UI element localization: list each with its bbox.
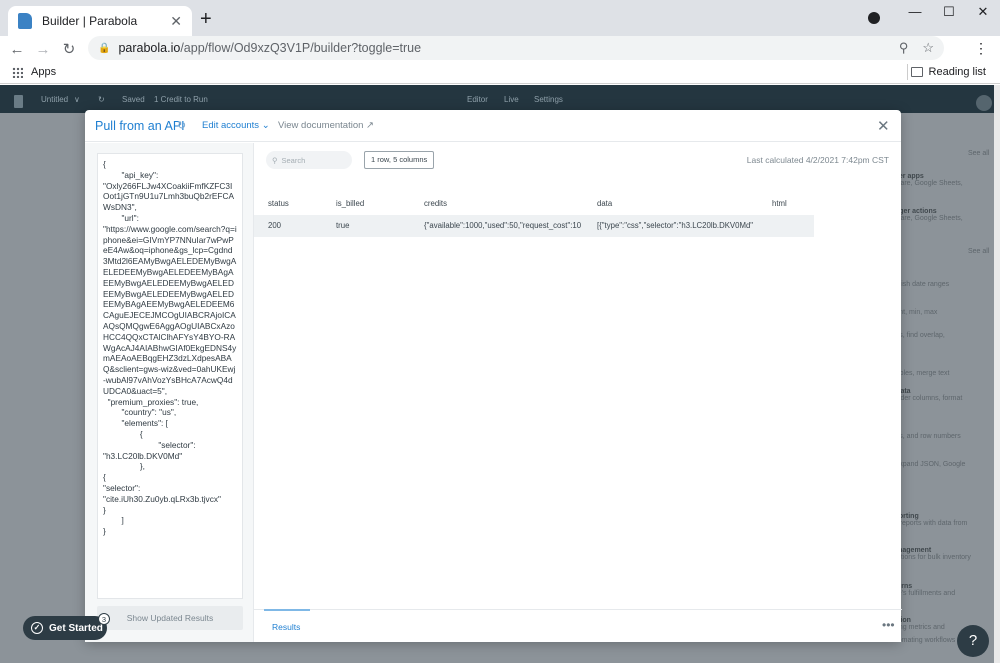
- last-calculated-text: Last calculated 4/2/2021 7:42pm CST: [746, 155, 889, 165]
- table-cell[interactable]: 200: [268, 215, 328, 237]
- view-documentation-link[interactable]: View documentation ↗: [278, 120, 374, 131]
- request-settings-pane: { "api_key": "Oxly266FLJw4XCoakiiFmfKZFC…: [85, 143, 253, 642]
- view-documentation-label: View documentation: [278, 120, 364, 131]
- tab-settings[interactable]: Settings: [534, 95, 563, 104]
- lock-icon: 🔒: [98, 42, 111, 54]
- credit-info: 1 Credit to Run: [154, 95, 208, 104]
- more-options-icon[interactable]: •••: [882, 618, 895, 632]
- tab-editor[interactable]: Editor: [467, 95, 488, 104]
- app-header: Untitled ∨ ↻ Saved 1 Credit to Run Edito…: [0, 85, 1000, 113]
- parabola-favicon-icon: [18, 13, 32, 29]
- modal-header: Pull from an API ↻ Edit accounts ⌄ View …: [85, 110, 901, 142]
- reading-list-button[interactable]: Reading list: [910, 66, 986, 78]
- forward-icon[interactable]: →: [30, 41, 56, 58]
- search-input[interactable]: ⚲ Search: [266, 151, 352, 169]
- chevron-down-icon[interactable]: ∨: [74, 95, 80, 104]
- edit-accounts-label: Edit accounts: [202, 120, 260, 131]
- results-table: status is_billed credits data html 200 t…: [254, 193, 814, 237]
- browser-menu-icon[interactable]: ⋮: [974, 40, 988, 57]
- page-scrollbar[interactable]: [994, 85, 1000, 663]
- table-header: status is_billed credits data html: [254, 193, 814, 215]
- tab-live[interactable]: Live: [504, 95, 519, 104]
- parabola-logo-icon: [14, 95, 23, 108]
- help-button[interactable]: ?: [957, 625, 989, 657]
- zoom-search-icon[interactable]: ⚲: [899, 40, 909, 56]
- doc-name[interactable]: Untitled: [41, 95, 68, 104]
- check-circle-icon: ✓: [31, 622, 43, 634]
- tab-title: Builder | Parabola: [42, 14, 138, 28]
- column-header-html[interactable]: html: [772, 193, 814, 215]
- column-header-credits[interactable]: credits: [424, 193, 590, 215]
- search-placeholder: Search: [281, 155, 306, 165]
- column-header-data[interactable]: data: [597, 193, 765, 215]
- refresh-icon[interactable]: ↻: [98, 95, 105, 104]
- row-count-badge: 1 row, 5 columns: [364, 151, 435, 169]
- maximize-icon[interactable]: ☐: [932, 0, 966, 28]
- get-started-label: Get Started: [49, 622, 103, 634]
- side-see-all[interactable]: See all: [968, 248, 989, 255]
- table-cell[interactable]: true: [336, 215, 416, 237]
- url-host: parabola.io: [118, 41, 181, 55]
- search-icon: ⚲: [272, 155, 278, 165]
- address-bar[interactable]: 🔒 parabola.io/app/flow/Od9xzQ3V1P/builde…: [88, 36, 944, 60]
- chevron-down-icon: ⌄: [261, 120, 270, 131]
- external-link-icon: ↗: [366, 120, 374, 131]
- saved-status: Saved: [122, 95, 145, 104]
- modal-title: Pull from an API: [95, 119, 185, 133]
- column-header-status[interactable]: status: [268, 193, 328, 215]
- table-cell[interactable]: [{"type":"css","selector":"h3.LC20lb.DKV…: [597, 215, 765, 237]
- close-icon[interactable]: ✕: [877, 117, 890, 135]
- table-row[interactable]: 200 true {"available":1000,"used":50,"re…: [254, 215, 814, 237]
- close-window-icon[interactable]: ✕: [966, 0, 1000, 28]
- avatar[interactable]: [976, 95, 992, 111]
- results-tab-indicator: [264, 609, 310, 611]
- browser-tab[interactable]: Builder | Parabola ✕: [8, 6, 192, 36]
- reload-icon[interactable]: ↻: [56, 40, 82, 58]
- request-body-editor[interactable]: { "api_key": "Oxly266FLJw4XCoakiiFmfKZFC…: [97, 153, 243, 599]
- new-tab-button[interactable]: +: [200, 8, 212, 31]
- column-header-is-billed[interactable]: is_billed: [336, 193, 416, 215]
- api-modal: Pull from an API ↻ Edit accounts ⌄ View …: [85, 110, 902, 642]
- divider: [907, 64, 908, 80]
- side-see-all[interactable]: See all: [968, 150, 989, 157]
- tab-strip: Builder | Parabola ✕ + — ☐ ✕: [0, 0, 1000, 36]
- url-path: /app/flow/Od9xzQ3V1P/builder?toggle=true: [180, 41, 422, 55]
- apps-label: Apps: [31, 66, 57, 78]
- results-pane: ⚲ Search 1 row, 5 columns Last calculate…: [253, 143, 902, 642]
- apps-bookmark[interactable]: Apps: [12, 66, 56, 78]
- browser-toolbar: ← → ↻ 🔒 parabola.io/app/flow/Od9xzQ3V1P/…: [0, 36, 1000, 62]
- table-cell[interactable]: {"available":1000,"used":50,"request_cos…: [424, 215, 590, 237]
- edit-accounts-link[interactable]: Edit accounts ⌄: [202, 120, 270, 131]
- results-footer: Results •••: [254, 609, 902, 642]
- notification-badge: 3: [98, 613, 110, 625]
- profile-dot-icon[interactable]: [868, 12, 880, 24]
- back-icon[interactable]: ←: [4, 41, 30, 58]
- get-started-button[interactable]: ✓ Get Started: [23, 616, 107, 640]
- refresh-icon[interactable]: ↻: [177, 119, 186, 132]
- minimize-icon[interactable]: —: [898, 0, 932, 28]
- bookmark-star-icon[interactable]: ☆: [922, 40, 934, 56]
- bookmarks-bar: Apps Reading list: [0, 62, 1000, 84]
- reading-list-icon: [910, 67, 923, 77]
- tab-close-icon[interactable]: ✕: [170, 13, 182, 30]
- reading-list-label: Reading list: [928, 66, 986, 78]
- tab-results[interactable]: Results: [272, 622, 300, 632]
- apps-grid-icon: [12, 66, 23, 78]
- window-controls: — ☐ ✕: [898, 0, 1000, 28]
- show-updated-results-button[interactable]: Show Updated Results: [97, 606, 243, 630]
